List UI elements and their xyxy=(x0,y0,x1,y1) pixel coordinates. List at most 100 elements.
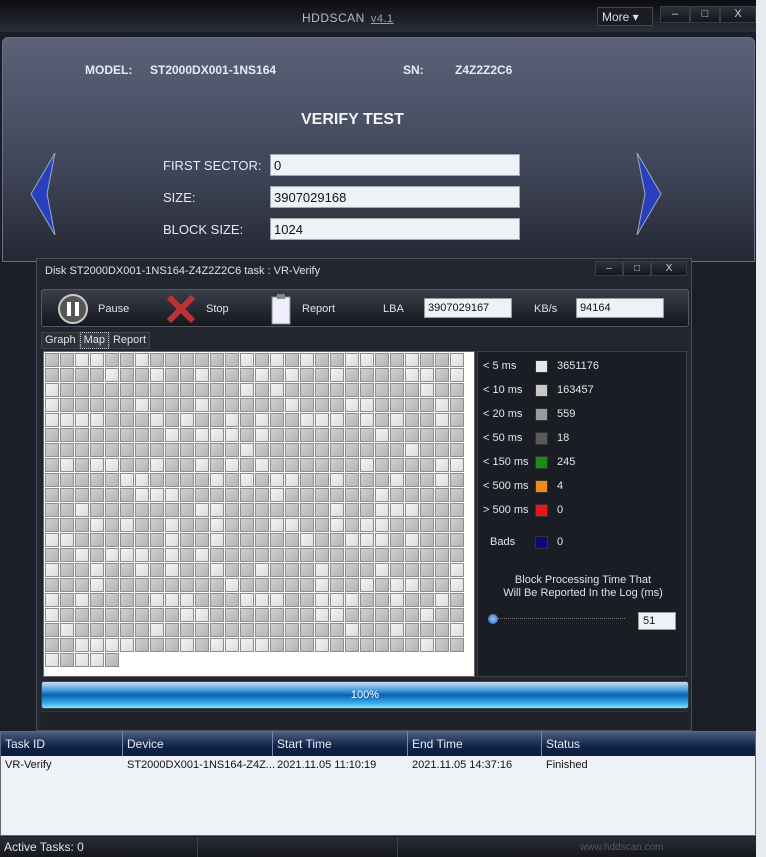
map-block xyxy=(210,368,224,382)
map-block xyxy=(345,548,359,562)
table-row[interactable]: VR-Verify ST2000DX001-1NS164-Z4Z... 2021… xyxy=(1,756,755,776)
map-block xyxy=(300,353,314,367)
size-input[interactable]: 3907029168 xyxy=(270,186,520,208)
map-block xyxy=(225,503,239,517)
map-block xyxy=(375,458,389,472)
website-link[interactable]: www.hddscan.com xyxy=(580,842,663,853)
map-block xyxy=(270,623,284,637)
tab-map[interactable]: Map xyxy=(79,332,109,349)
task-close-button[interactable]: X xyxy=(651,261,687,276)
map-block xyxy=(105,443,119,457)
map-block xyxy=(315,593,329,607)
col-device[interactable]: Device xyxy=(123,732,273,756)
map-block xyxy=(345,368,359,382)
map-block xyxy=(195,428,209,442)
map-block xyxy=(270,413,284,427)
model-value: ST2000DX001-1NS164 xyxy=(150,63,277,77)
map-block xyxy=(345,503,359,517)
map-block xyxy=(330,413,344,427)
task-minimize-button[interactable]: – xyxy=(595,261,623,276)
sn-label: SN: xyxy=(403,63,424,77)
title-bar: HDDSCAN v4.1 More ▾ – □ X xyxy=(0,0,756,32)
map-block xyxy=(60,563,74,577)
cell-status: Finished xyxy=(546,759,588,771)
tab-graph[interactable]: Graph xyxy=(41,332,80,349)
more-menu-button[interactable]: More ▾ xyxy=(597,7,653,26)
map-block xyxy=(375,488,389,502)
map-block xyxy=(135,383,149,397)
report-button[interactable]: Report xyxy=(302,303,335,315)
map-block xyxy=(195,383,209,397)
map-block xyxy=(300,548,314,562)
task-maximize-button[interactable]: □ xyxy=(623,261,651,276)
map-block xyxy=(60,383,74,397)
map-block xyxy=(330,563,344,577)
map-block xyxy=(105,428,119,442)
col-task-id[interactable]: Task ID xyxy=(1,732,123,756)
map-block xyxy=(135,593,149,607)
map-block xyxy=(270,383,284,397)
map-block xyxy=(105,503,119,517)
pause-button[interactable]: Pause xyxy=(98,303,129,315)
map-block xyxy=(300,518,314,532)
map-block xyxy=(210,383,224,397)
tab-report[interactable]: Report xyxy=(108,332,151,349)
map-block xyxy=(285,593,299,607)
threshold-slider-thumb[interactable] xyxy=(488,614,498,624)
threshold-input[interactable]: 51 xyxy=(638,612,676,630)
map-block xyxy=(360,458,374,472)
col-end-time[interactable]: End Time xyxy=(408,732,542,756)
map-block xyxy=(105,458,119,472)
map-block xyxy=(300,413,314,427)
map-block xyxy=(390,533,404,547)
map-block xyxy=(75,458,89,472)
first-sector-input[interactable]: 0 xyxy=(270,154,520,176)
map-block xyxy=(435,638,449,652)
map-block xyxy=(120,473,134,487)
col-start-time[interactable]: Start Time xyxy=(273,732,408,756)
pause-icon[interactable] xyxy=(58,294,88,324)
col-status[interactable]: Status xyxy=(542,732,755,756)
map-block xyxy=(45,533,59,547)
next-arrow-icon[interactable] xyxy=(635,153,663,235)
map-block xyxy=(240,398,254,412)
map-block xyxy=(165,458,179,472)
block-size-input[interactable]: 1024 xyxy=(270,218,520,240)
map-block xyxy=(60,398,74,412)
map-block xyxy=(270,563,284,577)
map-block xyxy=(210,353,224,367)
stop-icon[interactable] xyxy=(165,293,197,325)
map-block xyxy=(225,428,239,442)
map-block xyxy=(45,413,59,427)
close-button[interactable]: X xyxy=(720,6,756,23)
map-block xyxy=(45,443,59,457)
map-block xyxy=(285,623,299,637)
map-block xyxy=(120,488,134,502)
map-block xyxy=(90,503,104,517)
map-block xyxy=(390,638,404,652)
map-block xyxy=(150,533,164,547)
previous-arrow-icon[interactable] xyxy=(29,153,57,235)
threshold-slider-track[interactable] xyxy=(490,618,625,620)
clipboard-icon[interactable] xyxy=(270,293,292,325)
map-block xyxy=(165,368,179,382)
map-block xyxy=(195,638,209,652)
maximize-button[interactable]: □ xyxy=(690,6,720,23)
map-block xyxy=(225,608,239,622)
map-block xyxy=(120,593,134,607)
map-block xyxy=(330,368,344,382)
legend-label: < 10 ms xyxy=(483,384,523,396)
map-block xyxy=(270,518,284,532)
minimize-button[interactable]: – xyxy=(660,6,690,23)
map-block xyxy=(255,488,269,502)
map-block xyxy=(90,638,104,652)
map-block xyxy=(345,443,359,457)
map-block xyxy=(255,578,269,592)
version-link[interactable]: v4.1 xyxy=(371,13,394,25)
map-block xyxy=(195,548,209,562)
map-block xyxy=(345,578,359,592)
map-block xyxy=(75,353,89,367)
stop-button[interactable]: Stop xyxy=(206,303,229,315)
map-block xyxy=(270,443,284,457)
map-block xyxy=(255,428,269,442)
